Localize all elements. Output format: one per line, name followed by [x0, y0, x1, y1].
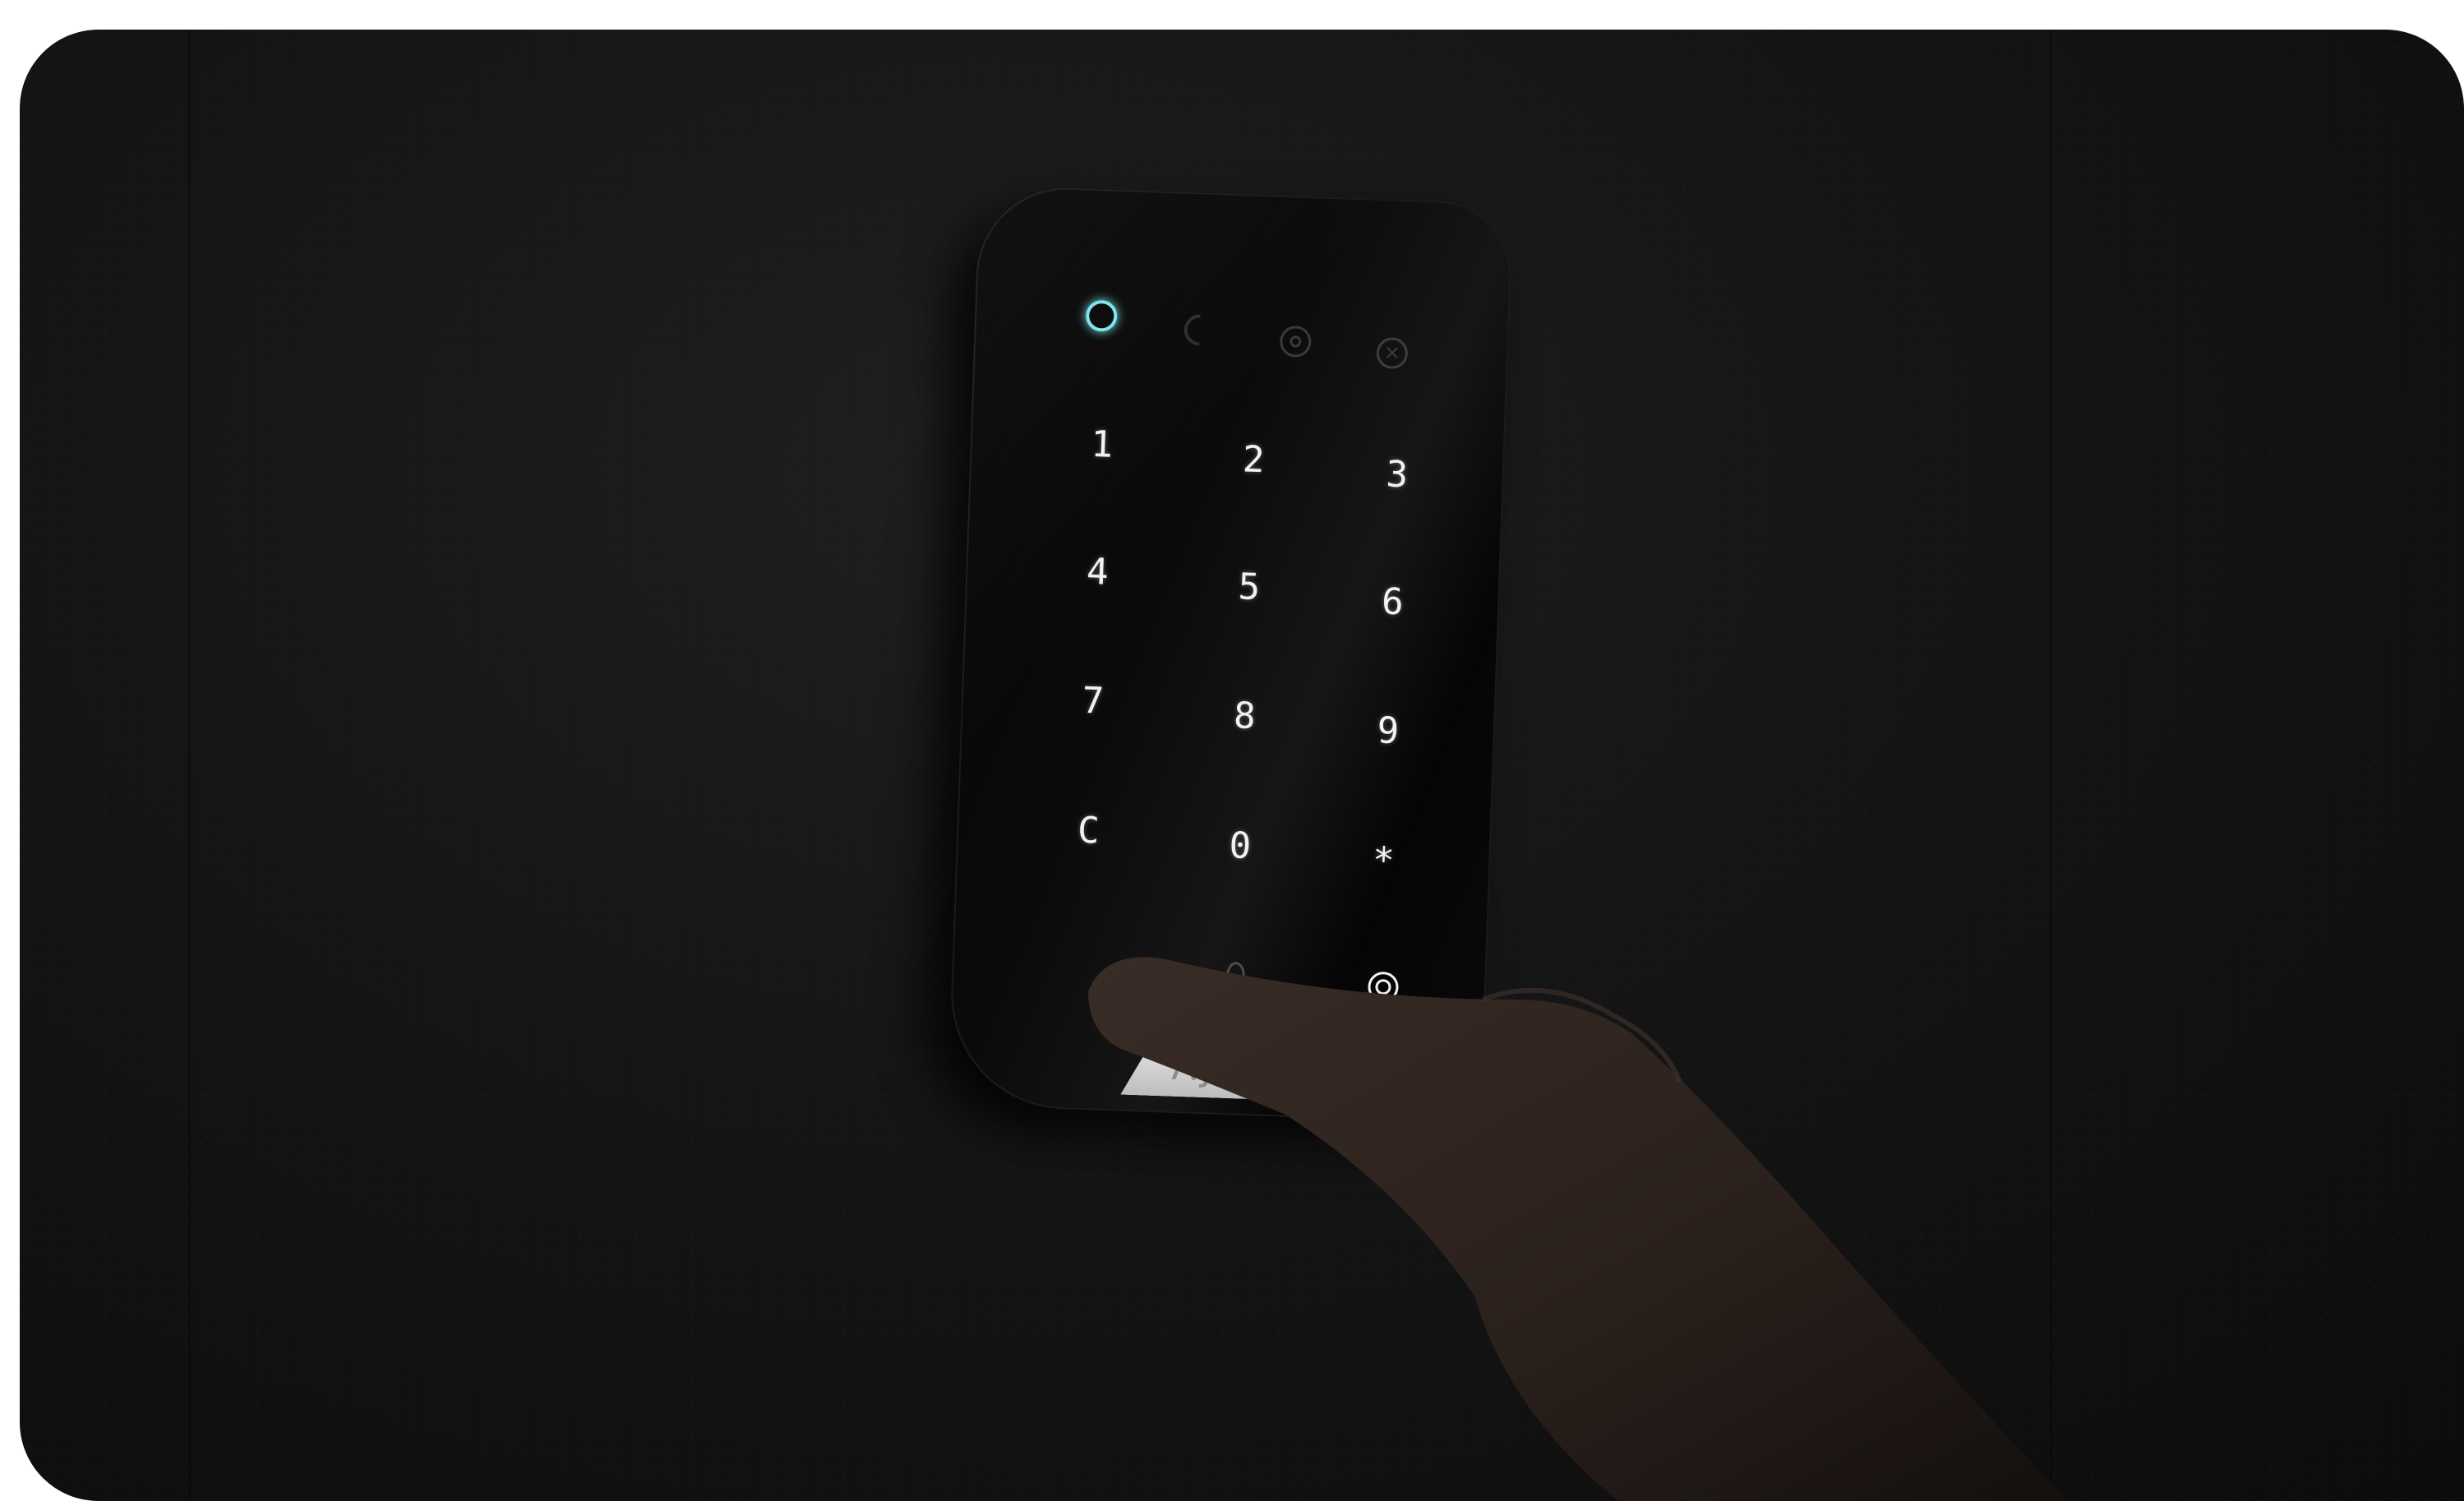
photo-frame: × 1 2 3 4 5 6 7 8 9 C 0 * ΛJΛX: [20, 30, 2464, 1501]
hand-image: [1088, 957, 2069, 1501]
key-1[interactable]: 1: [1068, 410, 1136, 478]
key-2[interactable]: 2: [1220, 425, 1288, 493]
wall-seam: [188, 30, 191, 1501]
key-9[interactable]: 9: [1354, 696, 1423, 764]
key-7[interactable]: 7: [1059, 667, 1128, 735]
key-3[interactable]: 3: [1363, 441, 1431, 509]
key-8[interactable]: 8: [1211, 681, 1279, 750]
key-5[interactable]: 5: [1216, 552, 1284, 621]
key-4[interactable]: 4: [1064, 538, 1132, 606]
key-clear[interactable]: C: [1054, 797, 1123, 865]
key-6[interactable]: 6: [1359, 567, 1427, 635]
key-function[interactable]: *: [1350, 826, 1418, 894]
key-0[interactable]: 0: [1207, 811, 1275, 880]
